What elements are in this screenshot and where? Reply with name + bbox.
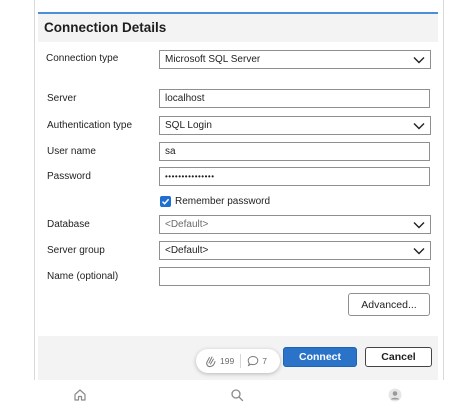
remember-password-checkbox[interactable] <box>160 196 171 207</box>
chevron-down-icon <box>413 56 425 63</box>
password-label: Password <box>47 171 91 182</box>
comment-count-value: 7 <box>262 356 267 366</box>
clap-count-value: 199 <box>220 356 235 366</box>
dialog-title: Connection Details <box>44 20 167 35</box>
connect-button[interactable]: Connect <box>283 347 357 367</box>
user-name-label: User name <box>47 146 96 157</box>
home-icon[interactable] <box>73 388 87 402</box>
name-optional-label: Name (optional) <box>47 271 119 282</box>
name-optional-input[interactable] <box>159 267 430 286</box>
password-input[interactable]: ••••••••••••••• <box>159 167 430 186</box>
connection-type-value: Microsoft SQL Server <box>165 54 261 65</box>
checkmark-icon <box>161 198 170 205</box>
profile-icon[interactable] <box>388 388 402 402</box>
divider <box>240 354 242 368</box>
server-label: Server <box>47 93 77 104</box>
chevron-down-icon <box>413 122 425 129</box>
server-group-value: <Default> <box>165 245 209 256</box>
search-icon[interactable] <box>230 388 244 402</box>
cancel-button[interactable]: Cancel <box>365 347 432 367</box>
remember-password-label[interactable]: Remember password <box>175 196 270 207</box>
comment-count[interactable]: 7 <box>247 355 267 367</box>
connection-type-label: Connection type <box>46 53 119 64</box>
server-group-label: Server group <box>47 245 105 256</box>
database-select[interactable]: <Default> <box>159 215 431 234</box>
chevron-down-icon <box>413 247 425 254</box>
user-name-input[interactable]: sa <box>159 142 430 161</box>
bottom-nav-bar <box>0 380 474 406</box>
authentication-type-select[interactable]: SQL Login <box>159 116 431 135</box>
reactions-pill: 199 7 <box>196 349 280 373</box>
database-label: Database <box>47 219 90 230</box>
server-group-select[interactable]: <Default> <box>159 241 431 260</box>
database-value: <Default> <box>165 219 209 230</box>
clap-icon <box>206 356 216 367</box>
advanced-button[interactable]: Advanced... <box>348 293 430 316</box>
authentication-type-value: SQL Login <box>165 120 212 131</box>
clap-count[interactable]: 199 <box>204 355 234 368</box>
comment-icon <box>247 355 259 367</box>
chevron-down-icon <box>413 221 425 228</box>
authentication-type-label: Authentication type <box>47 120 133 131</box>
connection-type-select[interactable]: Microsoft SQL Server <box>159 50 431 69</box>
server-input[interactable]: localhost <box>159 89 430 108</box>
